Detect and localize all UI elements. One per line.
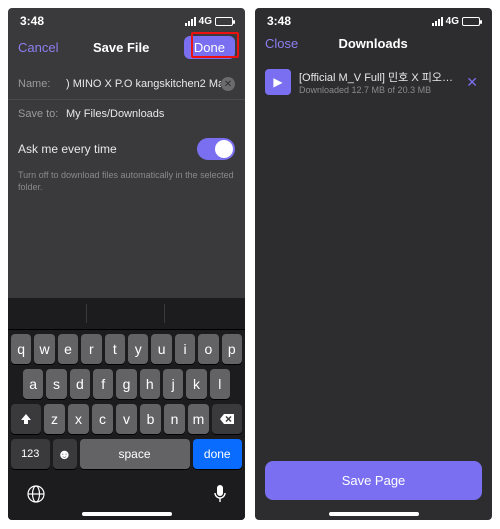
kb-row2: asdfghjkl — [11, 369, 242, 399]
network-label: 4G — [199, 16, 212, 27]
saveto-value: My Files/Downloads — [66, 108, 235, 120]
key-w[interactable]: w — [34, 334, 54, 364]
page-title: Save File — [93, 40, 149, 55]
name-label: Name: — [18, 78, 66, 90]
page-title: Downloads — [338, 36, 407, 51]
saveto-row[interactable]: Save to: My Files/Downloads — [8, 100, 245, 128]
key-h[interactable]: h — [140, 369, 160, 399]
kb-row1: qwertyuiop — [11, 334, 242, 364]
keyboard: qwertyuiop asdfghjkl zxcvbnm 123 ☻ space… — [8, 298, 245, 520]
key-z[interactable]: z — [44, 404, 65, 434]
backspace-key[interactable] — [212, 404, 242, 434]
cancel-download-icon[interactable]: ✕ — [462, 74, 482, 91]
home-indicator[interactable] — [329, 512, 419, 516]
emoji-key[interactable]: ☻ — [53, 439, 77, 469]
battery-icon — [215, 17, 233, 26]
key-m[interactable]: m — [188, 404, 209, 434]
key-r[interactable]: r — [81, 334, 101, 364]
network-label: 4G — [446, 16, 459, 27]
ask-label: Ask me every time — [18, 142, 117, 156]
space-key[interactable]: space — [80, 439, 190, 469]
kb-row3: zxcvbnm — [11, 404, 242, 434]
key-t[interactable]: t — [105, 334, 125, 364]
battery-icon — [462, 17, 480, 26]
status-time: 3:48 — [20, 14, 44, 28]
key-o[interactable]: o — [198, 334, 218, 364]
key-k[interactable]: k — [186, 369, 206, 399]
ask-toggle-row: Ask me every time — [8, 128, 245, 170]
key-q[interactable]: q — [11, 334, 31, 364]
cancel-button[interactable]: Cancel — [18, 40, 58, 55]
globe-icon[interactable] — [26, 484, 46, 504]
status-bar: 3:48 4G — [255, 8, 492, 30]
key-l[interactable]: l — [210, 369, 230, 399]
key-s[interactable]: s — [46, 369, 66, 399]
status-bar: 3:48 4G — [8, 8, 245, 30]
key-a[interactable]: a — [23, 369, 43, 399]
key-g[interactable]: g — [116, 369, 136, 399]
nav-bar: Cancel Save File Done — [8, 30, 245, 69]
name-row: Name: ) MINO X P.O kangskitchen2 Main Th… — [8, 69, 245, 100]
downloads-screen: 3:48 4G Close Downloads ▶ [Official M_V … — [255, 8, 492, 520]
key-x[interactable]: x — [68, 404, 89, 434]
key-j[interactable]: j — [163, 369, 183, 399]
shift-key[interactable] — [11, 404, 41, 434]
key-u[interactable]: u — [151, 334, 171, 364]
signal-icon — [185, 17, 196, 26]
kb-done-key[interactable]: done — [193, 439, 243, 469]
suggestion-bar[interactable] — [8, 298, 245, 330]
save-page-button[interactable]: Save Page — [265, 461, 482, 500]
signal-icon — [432, 17, 443, 26]
key-n[interactable]: n — [164, 404, 185, 434]
key-c[interactable]: c — [92, 404, 113, 434]
key-i[interactable]: i — [175, 334, 195, 364]
nav-bar: Close Downloads — [255, 30, 492, 61]
key-e[interactable]: e — [58, 334, 78, 364]
key-d[interactable]: d — [70, 369, 90, 399]
saveto-label: Save to: — [18, 108, 66, 120]
key-f[interactable]: f — [93, 369, 113, 399]
numbers-key[interactable]: 123 — [11, 439, 50, 469]
play-icon: ▶ — [265, 69, 291, 95]
save-file-screen: 3:48 4G Cancel Save File Done Name: ) MI… — [8, 8, 245, 520]
key-p[interactable]: p — [222, 334, 242, 364]
download-item[interactable]: ▶ [Official M_V Full] 민호 X 피오 - 쓰담쓰담 (… … — [255, 61, 492, 103]
key-v[interactable]: v — [116, 404, 137, 434]
clear-icon[interactable]: ✕ — [221, 77, 235, 91]
key-b[interactable]: b — [140, 404, 161, 434]
ask-toggle[interactable] — [197, 138, 235, 160]
key-y[interactable]: y — [128, 334, 148, 364]
home-indicator[interactable] — [82, 512, 172, 516]
name-input[interactable]: ) MINO X P.O kangskitchen2 Main Theme.r — [66, 78, 221, 90]
mic-icon[interactable] — [213, 484, 227, 504]
hint-text: Turn off to download files automatically… — [8, 170, 245, 201]
done-button[interactable]: Done — [184, 36, 235, 59]
download-subtitle: Downloaded 12.7 MB of 20.3 MB — [299, 85, 454, 95]
close-button[interactable]: Close — [265, 36, 298, 51]
download-title: [Official M_V Full] 민호 X 피오 - 쓰담쓰담 (… — [299, 69, 454, 85]
status-time: 3:48 — [267, 14, 291, 28]
